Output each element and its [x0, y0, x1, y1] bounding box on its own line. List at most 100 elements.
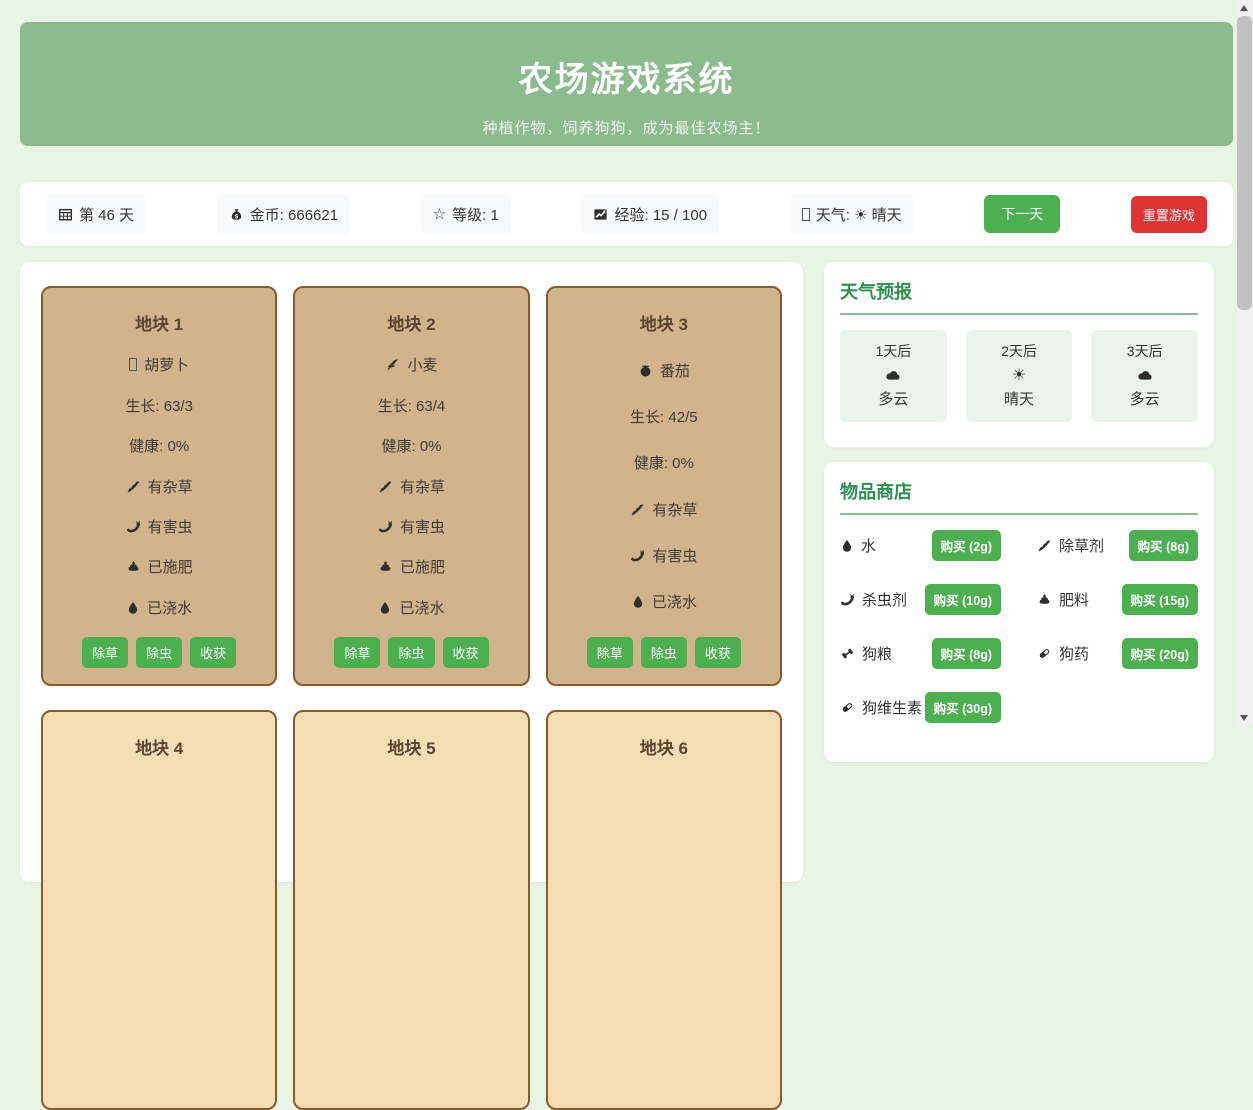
fertilizer-icon	[1037, 592, 1052, 607]
scrollbar[interactable]	[1236, 0, 1253, 726]
plot-action-button[interactable]: 除草	[82, 637, 128, 668]
buy-button[interactable]: 购买 (10g)	[925, 584, 1001, 615]
level-badge: ☆ 等级: 1	[421, 195, 511, 234]
chart-icon	[593, 207, 608, 222]
exp-badge: 经验: 15 / 100	[581, 195, 719, 234]
buy-button[interactable]: 购买 (8g)	[1129, 530, 1198, 561]
shop-item-label: 除草剂	[1059, 535, 1104, 556]
water-drop-icon	[631, 594, 645, 609]
plot-card: 地块 4	[41, 710, 277, 1110]
weed-icon	[1037, 538, 1052, 553]
status-bar: 第 46 天 $ 金币: 666621 ☆ 等级: 1 经验: 15 / 100…	[20, 182, 1233, 246]
buy-button[interactable]: 购买 (20g)	[1122, 638, 1198, 669]
shop-item: 杀虫剂购买 (10g)	[840, 584, 1001, 615]
plot-actions: 除草除虫收获	[334, 637, 488, 668]
plot-crop-name: 小麦	[407, 354, 437, 375]
plot-action-button[interactable]: 除虫	[136, 637, 182, 668]
plot-title: 地块 5	[387, 726, 435, 759]
weed-icon	[378, 479, 393, 494]
plots-grid: 地块 1胡萝卜生长: 63/3健康: 0%有杂草有害虫已施肥已浇水除草除虫收获地…	[41, 286, 782, 1110]
buy-button[interactable]: 购买 (8g)	[932, 638, 1001, 669]
plot-status: 已施肥	[378, 556, 445, 577]
tomato-icon	[638, 363, 653, 378]
plot-title: 地块 2	[387, 302, 435, 335]
coins-badge: $ 金币: 666621	[217, 195, 350, 234]
scrollbar-up-arrow-icon[interactable]	[1240, 5, 1248, 11]
plot-card: 地块 5	[293, 710, 529, 1110]
plot-action-button[interactable]: 收获	[190, 637, 236, 668]
plot-action-button[interactable]: 除草	[587, 637, 633, 668]
forecast-card: 3天后多云	[1091, 330, 1198, 422]
plot-status-text: 有害虫	[148, 516, 193, 537]
bone-icon	[840, 646, 855, 661]
plot-status: 有杂草	[126, 476, 193, 497]
plot-status: 已浇水	[631, 591, 697, 612]
shop-item-label: 杀虫剂	[862, 589, 907, 610]
plot-action-button[interactable]: 收获	[443, 637, 489, 668]
plot-status-text: 有害虫	[400, 516, 445, 537]
forecast-day-label: 3天后	[1091, 341, 1198, 361]
bug-icon	[840, 592, 855, 607]
forecast-card: 1天后多云	[840, 330, 947, 422]
scrollbar-down-arrow-icon[interactable]	[1240, 715, 1248, 721]
forecast-card: 2天后☀晴天	[966, 330, 1073, 422]
plot-action-button[interactable]: 除虫	[641, 637, 687, 668]
plot-actions: 除草除虫收获	[587, 637, 741, 668]
plot-card: 地块 1胡萝卜生长: 63/3健康: 0%有杂草有害虫已施肥已浇水除草除虫收获	[41, 286, 277, 686]
forecast-weather-text: 晴天	[966, 388, 1073, 409]
weather-label: 天气: ☀ 晴天	[816, 204, 902, 225]
plot-status: 已浇水	[126, 597, 192, 618]
plot-action-button[interactable]: 除虫	[388, 637, 434, 668]
plot-title: 地块 1	[135, 302, 183, 335]
cloud-icon	[1136, 368, 1154, 383]
scrollbar-thumb[interactable]	[1237, 16, 1252, 310]
reset-game-button[interactable]: 重置游戏	[1131, 196, 1207, 233]
shop-item: 肥料 购买 (15g)	[1037, 584, 1198, 615]
shop-item: 狗粮 购买 (8g)	[840, 638, 1001, 669]
plot-growth: 生长: 63/4	[378, 395, 446, 416]
fertilizer-icon	[378, 559, 393, 574]
water-drop-icon	[126, 600, 140, 615]
plot-status-text: 已浇水	[399, 597, 444, 618]
plot-title: 地块 6	[640, 726, 688, 759]
shop-item-name: 除草剂	[1037, 535, 1104, 556]
fertilizer-icon	[126, 559, 141, 574]
shop-item-label: 肥料	[1059, 589, 1089, 610]
water-drop-icon	[840, 538, 854, 553]
shop-item-label: 狗粮	[862, 643, 892, 664]
plot-crop-name: 番茄	[660, 360, 690, 381]
plot-status: 已浇水	[378, 597, 444, 618]
item-shop-title: 物品商店	[840, 478, 1198, 515]
weather-badge: 天气: ☀ 晴天	[790, 195, 914, 234]
bug-icon	[126, 519, 141, 534]
shop-item-name: 狗药	[1037, 643, 1089, 664]
plot-status: 有害虫	[378, 516, 445, 537]
forecast-weather-text: 多云	[1091, 388, 1198, 409]
plot-status: 有害虫	[630, 545, 697, 566]
buy-button[interactable]: 购买 (2g)	[932, 530, 1001, 561]
plot-status-text: 有杂草	[148, 476, 193, 497]
shop-item-name: 水	[840, 535, 876, 556]
buy-button[interactable]: 购买 (30g)	[925, 692, 1001, 723]
plot-crop: 胡萝卜	[129, 354, 189, 375]
plot-status-text: 有杂草	[652, 499, 697, 520]
weather-forecast-panel: 天气预报 1天后多云2天后☀晴天3天后多云	[824, 262, 1214, 447]
plot-status: 有杂草	[378, 476, 445, 497]
next-day-button[interactable]: 下一天	[984, 195, 1060, 233]
plot-action-button[interactable]: 除草	[334, 637, 380, 668]
exp-label: 经验: 15 / 100	[614, 204, 707, 225]
forecast-row: 1天后多云2天后☀晴天3天后多云	[840, 330, 1198, 422]
forecast-weather-text: 多云	[840, 388, 947, 409]
shop-item-label: 狗药	[1059, 643, 1089, 664]
bug-icon	[630, 548, 645, 563]
day-label: 第 46 天	[79, 204, 134, 225]
weather-forecast-title: 天气预报	[840, 278, 1198, 315]
plot-status-text: 有害虫	[652, 545, 697, 566]
plot-status-text: 已施肥	[400, 556, 445, 577]
buy-button[interactable]: 购买 (15g)	[1122, 584, 1198, 615]
shop-grid: 水购买 (2g)除草剂购买 (8g)杀虫剂购买 (10g)肥料购买 (15g)狗…	[840, 530, 1198, 723]
plot-health: 健康: 0%	[634, 452, 694, 473]
cloud-icon	[884, 368, 902, 383]
shop-item-label: 水	[861, 535, 876, 556]
plot-action-button[interactable]: 收获	[695, 637, 741, 668]
